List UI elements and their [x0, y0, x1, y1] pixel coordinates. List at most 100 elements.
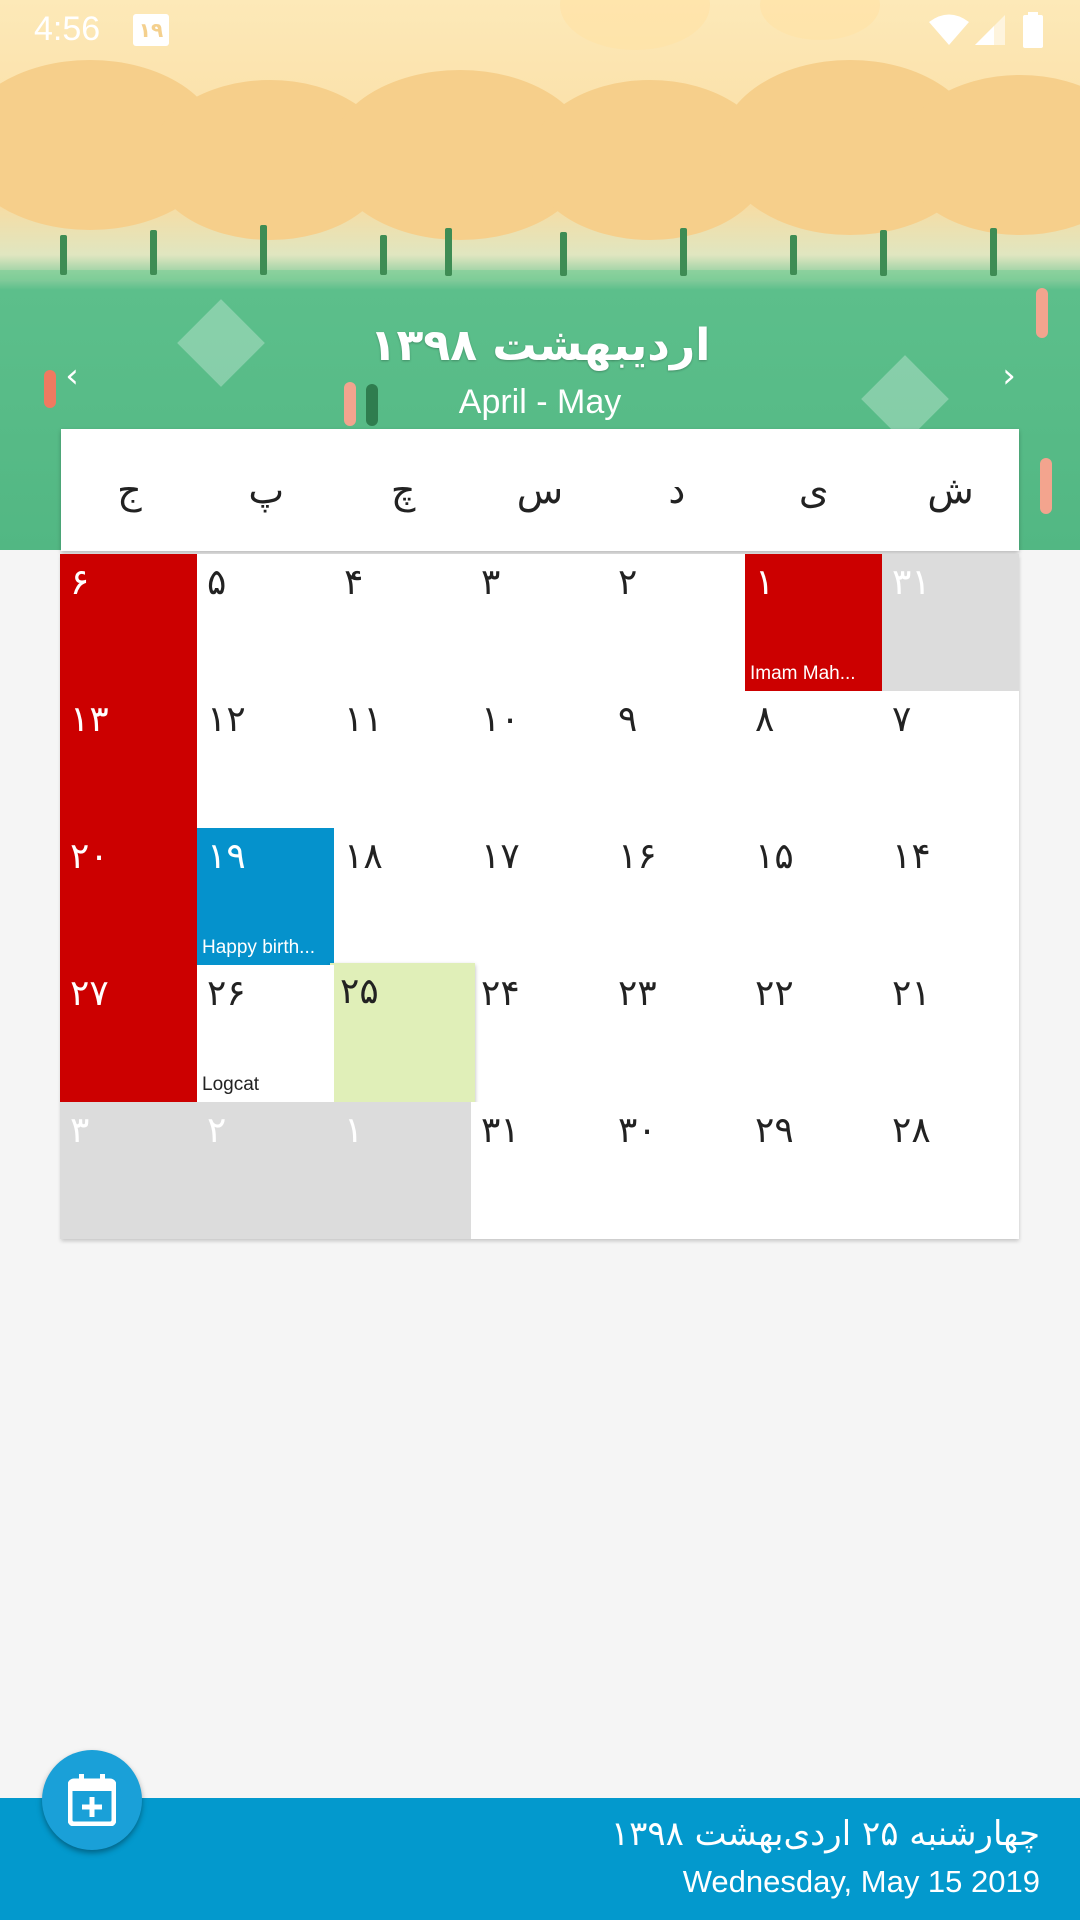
day-number: ۱۷: [481, 836, 520, 877]
day-cell[interactable]: ۱۷: [471, 828, 608, 965]
day-cell[interactable]: ۱۳: [60, 691, 197, 828]
day-number: ۲۳: [618, 973, 657, 1014]
day-cell[interactable]: ۳: [471, 554, 608, 691]
month-title[interactable]: اردیبهشت ۱۳۹۸: [0, 320, 1080, 371]
month-grid: ۳۱ ۱ Imam Mah... ۲ ۳ ۴ ۵ ۶ ۷ ۸ ۹ ۱۰ ۱۱ ۱۲ ۱۳ ۱۴ ۱۵ ۱۶ ۱۷ ۱۸…: [60, 554, 1019, 1239]
day-cell[interactable]: ۲۷: [60, 965, 197, 1102]
weekday-label: ج: [117, 468, 142, 512]
day-cell[interactable]: ۱۱: [334, 691, 471, 828]
selected-date-persian: چهارشنبه ۲۵ اردی‌بهشت ۱۳۹۸: [610, 1814, 1040, 1854]
day-number: ۳: [481, 562, 501, 603]
signal-icon: [975, 15, 1005, 45]
day-cell[interactable]: ۷: [882, 691, 1019, 828]
day-number: ۱۶: [618, 836, 657, 877]
day-cell[interactable]: ۳۱: [882, 554, 1019, 691]
day-cell[interactable]: ۲: [608, 554, 745, 691]
selected-date-english: Wednesday, May 15 2019: [682, 1864, 1040, 1899]
tree-trunk: [60, 235, 67, 275]
day-number: ۱۹: [207, 836, 246, 877]
day-number: ۱: [755, 562, 775, 603]
day-number: ۲: [618, 562, 638, 603]
day-cell[interactable]: ۲: [197, 1102, 334, 1239]
day-cell[interactable]: ۲۶ Logcat: [197, 965, 334, 1102]
tree-trunk: [150, 230, 157, 275]
day-number: ۶: [70, 562, 90, 603]
weekday-label: س: [516, 468, 564, 512]
day-cell[interactable]: ۱۲: [197, 691, 334, 828]
event-label: Happy birth...: [202, 937, 315, 958]
tree-trunk: [880, 230, 887, 276]
day-number: ۱۴: [892, 836, 931, 877]
day-number: ۳: [70, 1110, 90, 1151]
day-number: ۱: [344, 1110, 364, 1151]
calendar-add-icon: [68, 1774, 116, 1826]
tree-trunk: [445, 228, 452, 276]
day-cell[interactable]: ۲۳: [608, 965, 745, 1102]
day-cell[interactable]: ۵: [197, 554, 334, 691]
weekday-label: د: [668, 468, 686, 512]
day-cell-today[interactable]: ۲۵: [330, 963, 475, 1106]
day-number: ۱۳: [70, 699, 109, 740]
status-bar: 4:56 ۱۹: [0, 0, 1080, 63]
day-number: ۵: [207, 562, 227, 603]
day-number: ۸: [755, 699, 775, 740]
day-cell[interactable]: ۱۶: [608, 828, 745, 965]
weekday-label: ی: [798, 468, 829, 512]
date-badge-icon: ۱۹: [133, 14, 169, 46]
day-number: ۲۰: [70, 836, 109, 877]
day-cell[interactable]: ۱ Imam Mah...: [745, 554, 882, 691]
horizon: [0, 270, 1080, 280]
day-cell[interactable]: ۱۵: [745, 828, 882, 965]
day-number: ۳۱: [892, 562, 931, 603]
day-number: ۱۸: [344, 836, 383, 877]
day-cell[interactable]: ۳۰: [608, 1102, 745, 1239]
battery-icon: [1023, 12, 1043, 48]
tree-trunk: [560, 232, 567, 276]
day-cell[interactable]: ۱۹ Happy birth...: [197, 828, 334, 965]
day-number: ۱۱: [344, 699, 383, 740]
day-cell[interactable]: ۲۸: [882, 1102, 1019, 1239]
day-cell[interactable]: ۲۲: [745, 965, 882, 1102]
day-number: ۲۱: [892, 973, 931, 1014]
tree-trunk: [990, 228, 997, 276]
day-cell[interactable]: ۱۰: [471, 691, 608, 828]
day-number: ۲: [207, 1110, 227, 1151]
day-cell[interactable]: ۱۸: [334, 828, 471, 965]
day-number: ۱۰: [481, 699, 520, 740]
day-number: ۱۲: [207, 699, 246, 740]
day-number: ۴: [344, 562, 364, 603]
day-cell[interactable]: ۳۱: [471, 1102, 608, 1239]
selected-date-bar[interactable]: چهارشنبه ۲۵ اردی‌بهشت ۱۳۹۸ Wednesday, Ma…: [0, 1798, 1080, 1920]
tree-trunk: [790, 235, 797, 275]
day-cell[interactable]: ۲۴: [471, 965, 608, 1102]
day-cell[interactable]: ۲۱: [882, 965, 1019, 1102]
day-number: ۳۱: [481, 1110, 520, 1151]
day-number: ۲۲: [755, 973, 794, 1014]
add-event-button[interactable]: [42, 1750, 142, 1850]
day-cell[interactable]: ۳: [60, 1102, 197, 1239]
day-number: ۲۷: [70, 973, 109, 1014]
event-label: Logcat: [202, 1074, 260, 1095]
day-cell[interactable]: ۲۰: [60, 828, 197, 965]
day-cell[interactable]: ۱۴: [882, 828, 1019, 965]
weekday-label: پ: [248, 468, 285, 512]
tree-trunk: [680, 228, 687, 276]
day-number: ۹: [618, 699, 638, 740]
day-number: ۲۸: [892, 1110, 931, 1151]
day-cell[interactable]: ۱: [334, 1102, 471, 1239]
wifi-icon: [929, 14, 969, 45]
day-cell[interactable]: ۶: [60, 554, 197, 691]
weekday-label: ش: [927, 468, 974, 512]
day-cell[interactable]: ۸: [745, 691, 882, 828]
day-number: ۳۰: [618, 1110, 657, 1151]
day-number: ۲۶: [207, 973, 246, 1014]
month-subtitle: April - May: [458, 383, 622, 421]
weekday-label: چ: [390, 468, 416, 512]
day-cell[interactable]: ۹: [608, 691, 745, 828]
day-cell[interactable]: ۴: [334, 554, 471, 691]
day-number: ۱۵: [755, 836, 794, 877]
event-label: Imam Mah...: [750, 663, 856, 684]
day-cell[interactable]: ۲۹: [745, 1102, 882, 1239]
week-header: ش ی د س چ پ ج: [61, 429, 1019, 551]
day-number: ۲۹: [755, 1110, 794, 1151]
